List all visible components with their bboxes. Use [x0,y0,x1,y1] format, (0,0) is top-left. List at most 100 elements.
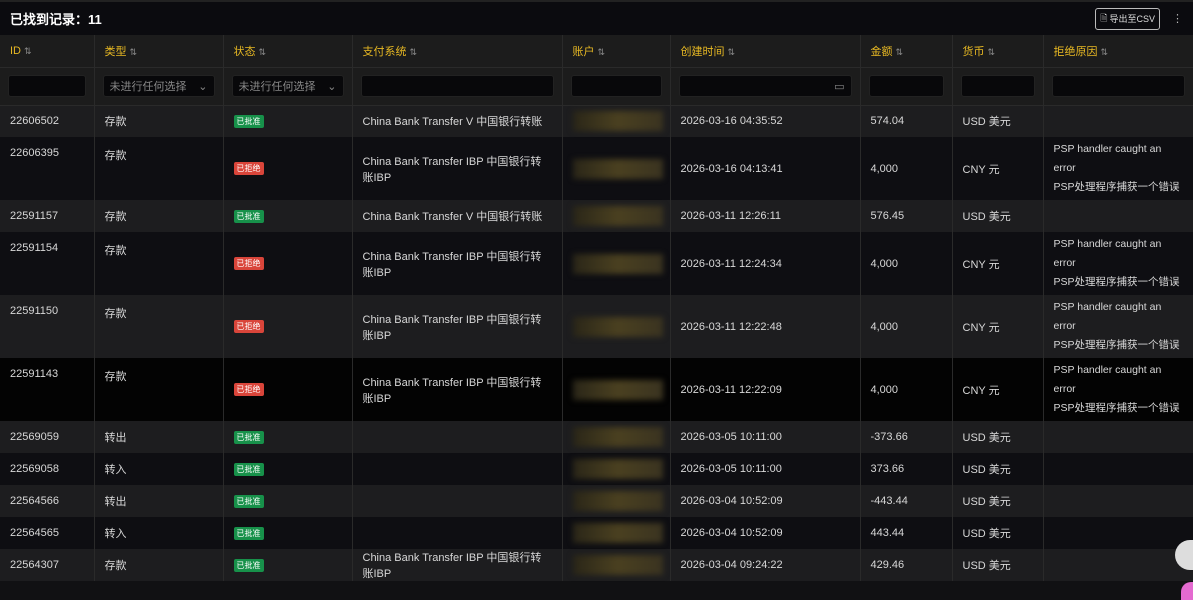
created-time-filter-input[interactable]: ▭ [678,75,852,97]
table-row[interactable]: 22569058 转入 已批准 2026-03-05 10:11:00 373.… [0,453,1193,485]
type-cell: 转出 [94,421,224,453]
column-header[interactable]: 账户 ⇅ [562,35,671,68]
payment-system-filter-input[interactable] [360,75,554,97]
floating-widget-2[interactable] [1181,582,1193,600]
id-cell: 22591157 [0,200,95,232]
table-row[interactable]: 22591150 存款 已拒绝 China Bank Transfer IBP … [0,295,1193,358]
amount-cell: 373.66 [860,453,953,485]
amount-cell: 574.04 [860,105,953,137]
account-redacted [572,555,663,575]
sort-icon[interactable]: ⇅ [410,47,418,57]
amount-cell: 4,000 [860,358,953,421]
type-filter-select[interactable]: 未进行任何选择 ⌄ [102,75,215,97]
column-header[interactable]: 状态 ⇅ [223,35,353,68]
more-menu-icon[interactable]: ⋮ [1172,12,1183,25]
amount-filter-input[interactable] [868,75,944,97]
currency-cell: USD 美元 [952,105,1044,137]
reject-reason-cell [1043,453,1193,485]
table-row[interactable]: 22564307 存款 已批准 China Bank Transfer IBP … [0,549,1193,581]
column-header[interactable]: 创建时间 ⇅ [670,35,861,68]
payment-system-cell [352,453,563,485]
account-redacted [572,379,663,400]
chevron-down-icon: ⌄ [198,80,208,93]
column-header[interactable]: 货币 ⇅ [952,35,1044,68]
created-time-cell: 2026-03-11 12:22:48 [670,295,861,358]
reject-reason-cell [1043,517,1193,549]
table-row[interactable]: 22591143 存款 已拒绝 China Bank Transfer IBP … [0,358,1193,421]
sort-icon[interactable]: ⇅ [1101,47,1109,57]
currency-filter-input[interactable] [960,75,1035,97]
status-badge: 已批准 [233,526,264,540]
currency-cell: USD 美元 [952,453,1044,485]
currency-cell: USD 美元 [952,485,1044,517]
column-header[interactable]: 金额 ⇅ [860,35,953,68]
account-redacted [572,253,663,274]
reject-reason-filter-input[interactable] [1051,75,1185,97]
sort-icon[interactable]: ⇅ [598,47,606,57]
account-filter-input[interactable] [570,75,662,97]
type-cell: 存款 [94,549,224,581]
reject-reason-cell [1043,200,1193,232]
column-header[interactable]: 拒绝原因 ⇅ [1043,35,1193,68]
type-cell: 存款 [94,137,224,200]
currency-cell: CNY 元 [952,295,1044,358]
id-filter-input[interactable] [8,75,86,97]
column-header[interactable]: ID ⇅ [0,35,95,68]
table-row[interactable]: 22564566 转出 已批准 2026-03-04 10:52:09 -443… [0,485,1193,517]
reject-reason-cell: PSP handler caught an error PSP处理程序捕获一个错误 [1043,137,1193,200]
table-row[interactable]: 22591154 存款 已拒绝 China Bank Transfer IBP … [0,232,1193,295]
status-badge: 已拒绝 [233,257,264,270]
column-header[interactable]: 类型 ⇅ [94,35,224,68]
created-time-cell: 2026-03-11 12:22:09 [670,358,861,421]
reject-reason-cell [1043,421,1193,453]
created-time-cell: 2026-03-04 10:52:09 [670,517,861,549]
reject-reason-cell [1043,105,1193,137]
id-cell: 22564566 [0,485,95,517]
sort-icon[interactable]: ⇅ [259,47,267,57]
status-badge: 已批准 [233,494,264,508]
account-redacted [572,111,663,132]
status-filter-select[interactable]: 未进行任何选择 ⌄ [231,75,344,97]
payment-system-cell: China Bank Transfer V 中国银行转账 [352,105,563,137]
status-badge: 已批准 [233,430,264,444]
table-row[interactable]: 22591157 存款 已批准 China Bank Transfer V 中国… [0,200,1193,232]
amount-cell: 4,000 [860,137,953,200]
column-header[interactable]: 支付系统 ⇅ [352,35,563,68]
sort-icon[interactable]: ⇅ [896,47,904,57]
created-time-cell: 2026-03-05 10:11:00 [670,453,861,485]
currency-cell: CNY 元 [952,137,1044,200]
sort-icon[interactable]: ⇅ [130,47,138,57]
id-cell: 22591143 [0,358,95,421]
payment-system-cell: China Bank Transfer IBP 中国银行转账IBP [352,137,563,200]
calendar-icon[interactable]: ▭ [834,80,844,93]
created-time-cell: 2026-03-16 04:35:52 [670,105,861,137]
records-found-title: 已找到记录：11 [10,12,102,27]
id-cell: 22591154 [0,232,95,295]
status-badge: 已批准 [233,462,264,476]
sort-icon[interactable]: ⇅ [728,47,736,57]
filter-row: 未进行任何选择 ⌄ 未进行任何选择 ⌄ ▭ [0,67,1193,106]
reject-reason-cell: PSP handler caught an error PSP处理程序捕获一个错误 [1043,358,1193,421]
currency-cell: USD 美元 [952,421,1044,453]
table-row[interactable]: 22606395 存款 已拒绝 China Bank Transfer IBP … [0,137,1193,200]
account-redacted [572,427,663,447]
table-row[interactable]: 22606502 存款 已批准 China Bank Transfer V 中国… [0,105,1193,137]
account-redacted [572,206,663,226]
table-row[interactable]: 22569059 转出 已批准 2026-03-05 10:11:00 -373… [0,421,1193,453]
reject-reason-cell: PSP handler caught an error PSP处理程序捕获一个错误 [1043,295,1193,358]
account-redacted [572,316,663,337]
table-row[interactable]: 22564565 转入 已批准 2026-03-04 10:52:09 443.… [0,517,1193,549]
export-csv-button[interactable]: 🗎 导出至CSV [1095,7,1160,30]
sort-icon[interactable]: ⇅ [988,47,996,57]
created-time-cell: 2026-03-11 12:24:34 [670,232,861,295]
amount-cell: 4,000 [860,232,953,295]
reject-reason-cell: PSP handler caught an error PSP处理程序捕获一个错误 [1043,232,1193,295]
payment-system-cell [352,421,563,453]
amount-cell: 443.44 [860,517,953,549]
sort-icon[interactable]: ⇅ [24,46,32,56]
currency-cell: USD 美元 [952,517,1044,549]
account-redacted [572,491,663,511]
type-cell: 存款 [94,295,224,358]
currency-cell: CNY 元 [952,358,1044,421]
payment-system-cell: China Bank Transfer V 中国银行转账 [352,200,563,232]
